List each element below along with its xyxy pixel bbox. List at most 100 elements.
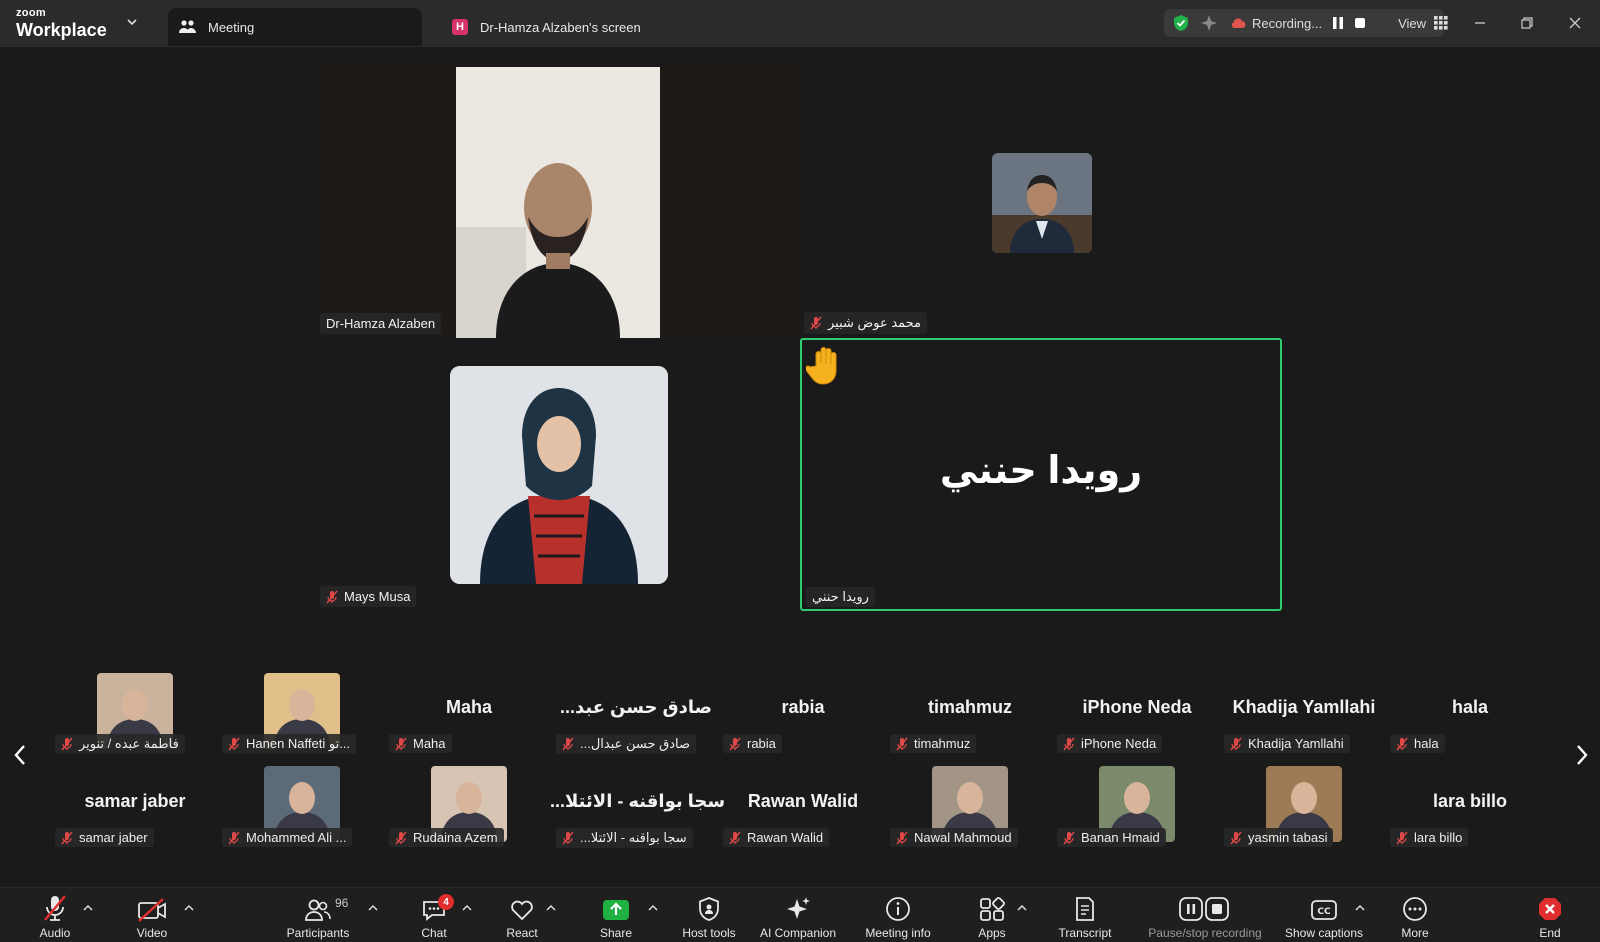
zoom-workplace-logo[interactable]: zoom Workplace: [16, 7, 107, 40]
participant-name: ...صادق حسن عبدال: [580, 736, 691, 751]
participant-avatar: [992, 153, 1092, 253]
apps-button[interactable]: Apps: [972, 888, 1012, 942]
close-icon[interactable]: [1563, 12, 1587, 34]
tab-meeting[interactable]: Meeting: [168, 8, 422, 46]
participant-display-name: ...سجا بواقنه - الائتلا: [550, 791, 726, 811]
participant-name: Mohammed Ali ...: [246, 830, 347, 845]
participant-name-bar: Rudaina Azem: [389, 828, 504, 847]
minimize-icon[interactable]: [1468, 12, 1492, 34]
video-off-icon: [137, 888, 167, 922]
ai-companion-button[interactable]: AI Companion: [756, 888, 840, 942]
shield-icon: [697, 888, 721, 922]
muted-mic-icon: [326, 590, 338, 603]
recording-panel: Recording... View: [1164, 9, 1448, 37]
pause-recording-icon[interactable]: [1332, 16, 1344, 30]
brand-small: zoom: [16, 7, 46, 19]
muted-mic-icon: [729, 831, 741, 844]
audio-caret-icon[interactable]: [83, 904, 93, 912]
participant-name: ...سجا بواقنه - الائتلا: [580, 830, 687, 845]
participant-name: Rudaina Azem: [413, 830, 498, 845]
meeting-info-button[interactable]: Meeting info: [860, 888, 936, 942]
video-tile-dr-hamza[interactable]: Dr-Hamza Alzaben: [318, 67, 800, 338]
end-label: End: [1539, 926, 1561, 940]
participant-name-bar: ...سجا بواقنه - الائتلا: [556, 828, 693, 848]
more-label: More: [1401, 926, 1429, 940]
end-button[interactable]: End: [1530, 888, 1570, 942]
participant-name: Maha: [413, 736, 446, 751]
participant-name: lara billo: [1414, 830, 1463, 845]
audio-button[interactable]: Audio: [30, 888, 80, 942]
share-label: Share: [599, 926, 633, 940]
participants-count: 96: [335, 896, 349, 910]
react-caret-icon[interactable]: [546, 904, 556, 912]
people-icon: [178, 17, 198, 37]
muted-mic-icon: [395, 831, 407, 844]
chevron-down-icon[interactable]: [124, 14, 140, 30]
apps-caret-icon[interactable]: [1017, 904, 1027, 912]
recording-label: Recording...: [1252, 15, 1323, 31]
tab-shared-screen-label: Dr-Hamza Alzaben's screen: [480, 19, 641, 35]
meeting-info-label: Meeting info: [865, 926, 931, 940]
view-label[interactable]: View: [1398, 16, 1426, 31]
participant-name-bar: lara billo: [1390, 828, 1469, 847]
participant-name: فاطمة عبده / تنوير: [79, 736, 179, 751]
title-bar: zoom Workplace Meeting H Dr-Hamza Alzabe…: [0, 0, 1600, 47]
pause-stop-recording-button[interactable]: Pause/stop recording: [1142, 888, 1268, 942]
participant-display-name: samar jaber: [84, 791, 186, 811]
react-button[interactable]: React: [502, 888, 542, 942]
heart-icon: [509, 888, 535, 922]
video-tile-mays-musa[interactable]: Mays Musa: [318, 340, 800, 611]
participant-display-name: Rawan Walid: [747, 791, 859, 811]
participant-name-bar: Hanen Naffeti تو...: [222, 734, 357, 754]
tab-meeting-label: Meeting: [208, 19, 255, 35]
ai-sparkle-icon[interactable]: [1200, 14, 1218, 32]
shield-check-icon[interactable]: [1172, 14, 1190, 32]
stop-recording-icon[interactable]: [1354, 17, 1366, 29]
participant-name: timahmuz: [914, 736, 971, 751]
participant-name-bar: فاطمة عبده / تنوير: [55, 734, 185, 754]
show-captions-label: Show captions: [1284, 926, 1364, 940]
muted-mic-icon: [228, 737, 240, 751]
transcript-button[interactable]: Transcript: [1052, 888, 1118, 942]
participant-name: Nawal Mahmoud: [914, 830, 1012, 845]
react-label: React: [506, 926, 538, 940]
grid-view-icon[interactable]: [1434, 16, 1448, 30]
gallery-prev-arrow[interactable]: [8, 738, 32, 772]
video-button[interactable]: Video: [126, 888, 178, 942]
share-button[interactable]: Share: [596, 888, 636, 942]
video-caret-icon[interactable]: [184, 904, 194, 912]
participant-name: Rawan Walid: [747, 830, 824, 845]
participant-name-bar: rabia: [723, 734, 782, 753]
participants-caret-icon[interactable]: [368, 904, 378, 912]
muted-mic-icon: [896, 831, 908, 844]
tab-shared-screen[interactable]: H Dr-Hamza Alzaben's screen: [440, 8, 700, 46]
captions-caret-icon[interactable]: [1355, 904, 1365, 912]
show-captions-button[interactable]: CC Show captions: [1282, 888, 1366, 942]
participant-display-name: rabia: [781, 697, 825, 717]
participant-display-name: ...صادق حسن عبد: [559, 697, 713, 717]
muted-mic-icon: [1396, 737, 1408, 750]
participant-name: محمد عوض شبير: [828, 315, 922, 330]
muted-mic-icon: [61, 831, 73, 844]
participant-name-bar: timahmuz: [890, 734, 977, 753]
gallery-next-arrow[interactable]: [1570, 738, 1594, 772]
muted-mic-icon: [61, 737, 73, 751]
participant-avatar: [450, 366, 668, 584]
participant-display-name: iPhone Neda: [1082, 697, 1192, 717]
video-tile-rawida-active[interactable]: رويدا حنني رويدا حنني: [800, 338, 1282, 611]
participant-name-bar: ...صادق حسن عبدال: [556, 734, 697, 754]
ai-companion-label: AI Companion: [759, 926, 837, 940]
participant-name-bar: محمد عوض شبير: [804, 312, 928, 334]
muted-mic-icon: [729, 737, 741, 750]
participant-name-bar: iPhone Neda: [1057, 734, 1163, 753]
more-button[interactable]: More: [1395, 888, 1435, 942]
video-tile-mohammad[interactable]: محمد عوض شبير: [802, 67, 1284, 338]
restore-icon[interactable]: [1515, 12, 1539, 34]
host-tools-button[interactable]: Host tools: [678, 888, 740, 942]
chat-caret-icon[interactable]: [462, 904, 472, 912]
participant-name-bar: samar jaber: [55, 828, 154, 847]
host-tools-label: Host tools: [682, 926, 736, 940]
participant-name: hala: [1414, 736, 1439, 751]
share-caret-icon[interactable]: [648, 904, 658, 912]
participant-display-name: Khadija Yamllahi: [1232, 697, 1376, 717]
